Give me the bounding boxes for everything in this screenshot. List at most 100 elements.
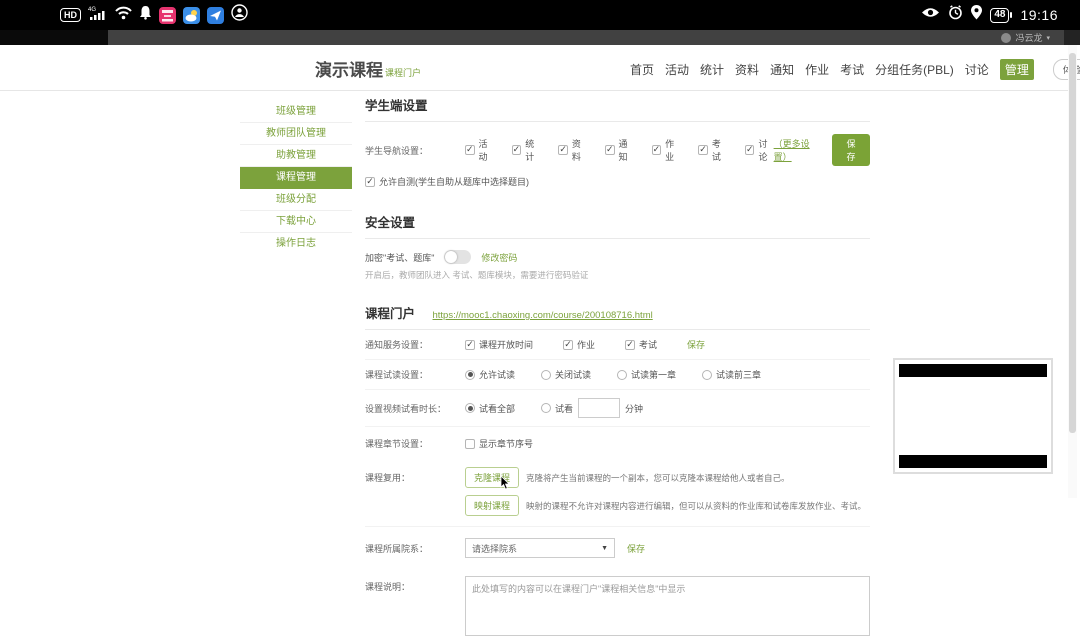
nav-pbl[interactable]: 分组任务(PBL) [875, 61, 954, 78]
nav-stats[interactable]: 统计 [700, 61, 724, 78]
strip-black-segment [0, 30, 108, 45]
page-header: 演示课程课程门户 首页 活动 统计 资料 通知 作业 考试 分组任务(PBL) … [0, 45, 1068, 91]
checkbox-open-time[interactable]: 课程开放时间 [465, 338, 533, 351]
course-title-text: 演示课程 [315, 61, 383, 80]
radio-label: 试看全部 [479, 402, 515, 415]
sidebar-item-class-assign[interactable]: 班级分配 [240, 189, 352, 211]
checkbox-show-chapter-number[interactable]: 显示章节序号 [465, 437, 533, 450]
portal-url-link[interactable]: https://mooc1.chaoxing.com/course/200108… [433, 310, 653, 321]
checkbox-exam[interactable]: 考试 [698, 137, 727, 163]
radio-icon[interactable] [465, 403, 475, 413]
sidebar-item-download-center[interactable]: 下载中心 [240, 211, 352, 233]
wifi-icon [115, 6, 132, 25]
checkbox-icon[interactable] [605, 145, 615, 155]
checkbox-materials[interactable]: 资料 [558, 137, 587, 163]
checkbox-activity[interactable]: 活动 [465, 137, 494, 163]
radio-icon[interactable] [541, 370, 551, 380]
page-scrollbar[interactable] [1068, 45, 1077, 498]
checkbox-icon[interactable] [745, 145, 755, 155]
more-settings-link[interactable]: （更多设置） [774, 137, 822, 163]
checkbox-homework[interactable]: 作业 [652, 137, 681, 163]
checkbox-icon[interactable] [558, 145, 568, 155]
user-avatar [1001, 33, 1011, 43]
department-save-link[interactable]: 保存 [627, 542, 645, 555]
checkbox-label: 考试 [712, 137, 727, 163]
checkbox-label: 通知 [619, 137, 634, 163]
nav-home[interactable]: 首页 [630, 61, 654, 78]
checkbox-icon[interactable] [512, 145, 522, 155]
radio-trial-first-three[interactable]: 试读前三章 [702, 368, 761, 381]
nav-notice[interactable]: 通知 [770, 61, 794, 78]
clone-course-button[interactable]: 克隆课程 [465, 467, 519, 488]
checkbox-notify-exam[interactable]: 考试 [625, 338, 657, 351]
checkbox-icon[interactable] [365, 177, 375, 187]
nav-manage[interactable]: 管理 [1000, 59, 1034, 80]
change-password-link[interactable]: 修改密码 [481, 251, 517, 264]
floating-preview-window[interactable] [893, 358, 1053, 474]
nav-activity[interactable]: 活动 [665, 61, 689, 78]
clone-button-label: 克隆课程 [474, 473, 510, 483]
checkbox-icon[interactable] [563, 340, 573, 350]
student-settings-save-button[interactable]: 保存 [832, 134, 870, 166]
sidebar-item-assistant[interactable]: 助教管理 [240, 145, 352, 167]
checkbox-label: 作业 [665, 137, 680, 163]
encrypt-toggle[interactable] [444, 250, 471, 264]
checkbox-icon[interactable] [465, 340, 475, 350]
svg-text:4G: 4G [88, 7, 96, 13]
radio-icon[interactable] [541, 403, 551, 413]
radio-label: 允许试读 [479, 368, 515, 381]
department-label: 课程所属院系： [365, 542, 465, 555]
checkbox-self-test[interactable]: 允许自测(学生自助从题库中选择题目) [365, 175, 529, 188]
encrypt-label: 加密"考试、题库" [365, 251, 434, 264]
student-nav-label: 学生导航设置： [365, 144, 465, 157]
checkbox-icon[interactable] [625, 340, 635, 350]
nav-homework[interactable]: 作业 [805, 61, 829, 78]
sidebar-item-teacher-team[interactable]: 教师团队管理 [240, 123, 352, 145]
course-subtitle: 课程门户 [385, 68, 421, 78]
trial-label: 课程试读设置： [365, 368, 465, 381]
user-menu[interactable]: 冯云龙 ▾ [1001, 31, 1050, 44]
nav-exam[interactable]: 考试 [840, 61, 864, 78]
nav-materials[interactable]: 资料 [735, 61, 759, 78]
radio-close-trial[interactable]: 关闭试读 [541, 368, 591, 381]
hd-badge: HD [60, 8, 81, 22]
checkbox-icon[interactable] [465, 145, 475, 155]
clone-description: 克隆将产生当前课程的一个副本，您可以克隆本课程给他人或者自己。 [526, 472, 790, 484]
checkbox-label: 资料 [572, 137, 587, 163]
course-description-textarea[interactable]: 此处填写的内容可以在课程门户"课程相关信息"中显示 [465, 576, 870, 636]
sidebar-item-class-management[interactable]: 班级管理 [240, 101, 352, 123]
nav-discussion[interactable]: 讨论 [965, 61, 989, 78]
toggle-knob [445, 251, 457, 263]
sidebar-item-operation-log[interactable]: 操作日志 [240, 233, 352, 255]
radio-icon[interactable] [702, 370, 712, 380]
radio-preview-custom[interactable]: 试看 [541, 402, 573, 415]
checkbox-discussion[interactable]: 讨论 [745, 137, 774, 163]
sidebar-item-course-management[interactable]: 课程管理 [240, 167, 352, 189]
radio-icon[interactable] [465, 370, 475, 380]
checkbox-stats[interactable]: 统计 [512, 137, 541, 163]
department-row: 课程所属院系： 请选择院系 ▼ 保存 [365, 527, 870, 564]
student-nav-settings-row: 学生导航设置： 活动 统计 资料 通知 作业 考试 讨论 （更多设置） 保存 [365, 134, 870, 166]
preview-minutes-input[interactable] [578, 398, 620, 418]
radio-trial-first-chapter[interactable]: 试读第一章 [617, 368, 676, 381]
checkbox-icon[interactable] [698, 145, 708, 155]
department-select[interactable]: 请选择院系 ▼ [465, 538, 615, 558]
checkbox-notice[interactable]: 通知 [605, 137, 634, 163]
checkbox-label: 统计 [525, 137, 540, 163]
radio-allow-trial[interactable]: 允许试读 [465, 368, 515, 381]
notify-save-link[interactable]: 保存 [687, 338, 705, 351]
map-course-button[interactable]: 映射课程 [465, 495, 519, 516]
preview-label: 设置视频试看时长： [365, 402, 465, 415]
radio-preview-all[interactable]: 试看全部 [465, 402, 515, 415]
course-description-label: 课程说明： [365, 576, 465, 593]
checkbox-icon[interactable] [465, 439, 475, 449]
map-description: 映射的课程不允许对课程内容进行编辑，但可以从资料的作业库和试卷库发放作业、考试。 [526, 500, 866, 512]
checkbox-icon[interactable] [652, 145, 662, 155]
battery-icon: 48 [990, 8, 1012, 23]
radio-label: 试读前三章 [716, 368, 761, 381]
scrollbar-thumb[interactable] [1069, 53, 1076, 433]
radio-icon[interactable] [617, 370, 627, 380]
radio-label: 试看 [555, 402, 573, 415]
checkbox-notify-homework[interactable]: 作业 [563, 338, 595, 351]
checkbox-label: 讨论 [758, 137, 773, 163]
